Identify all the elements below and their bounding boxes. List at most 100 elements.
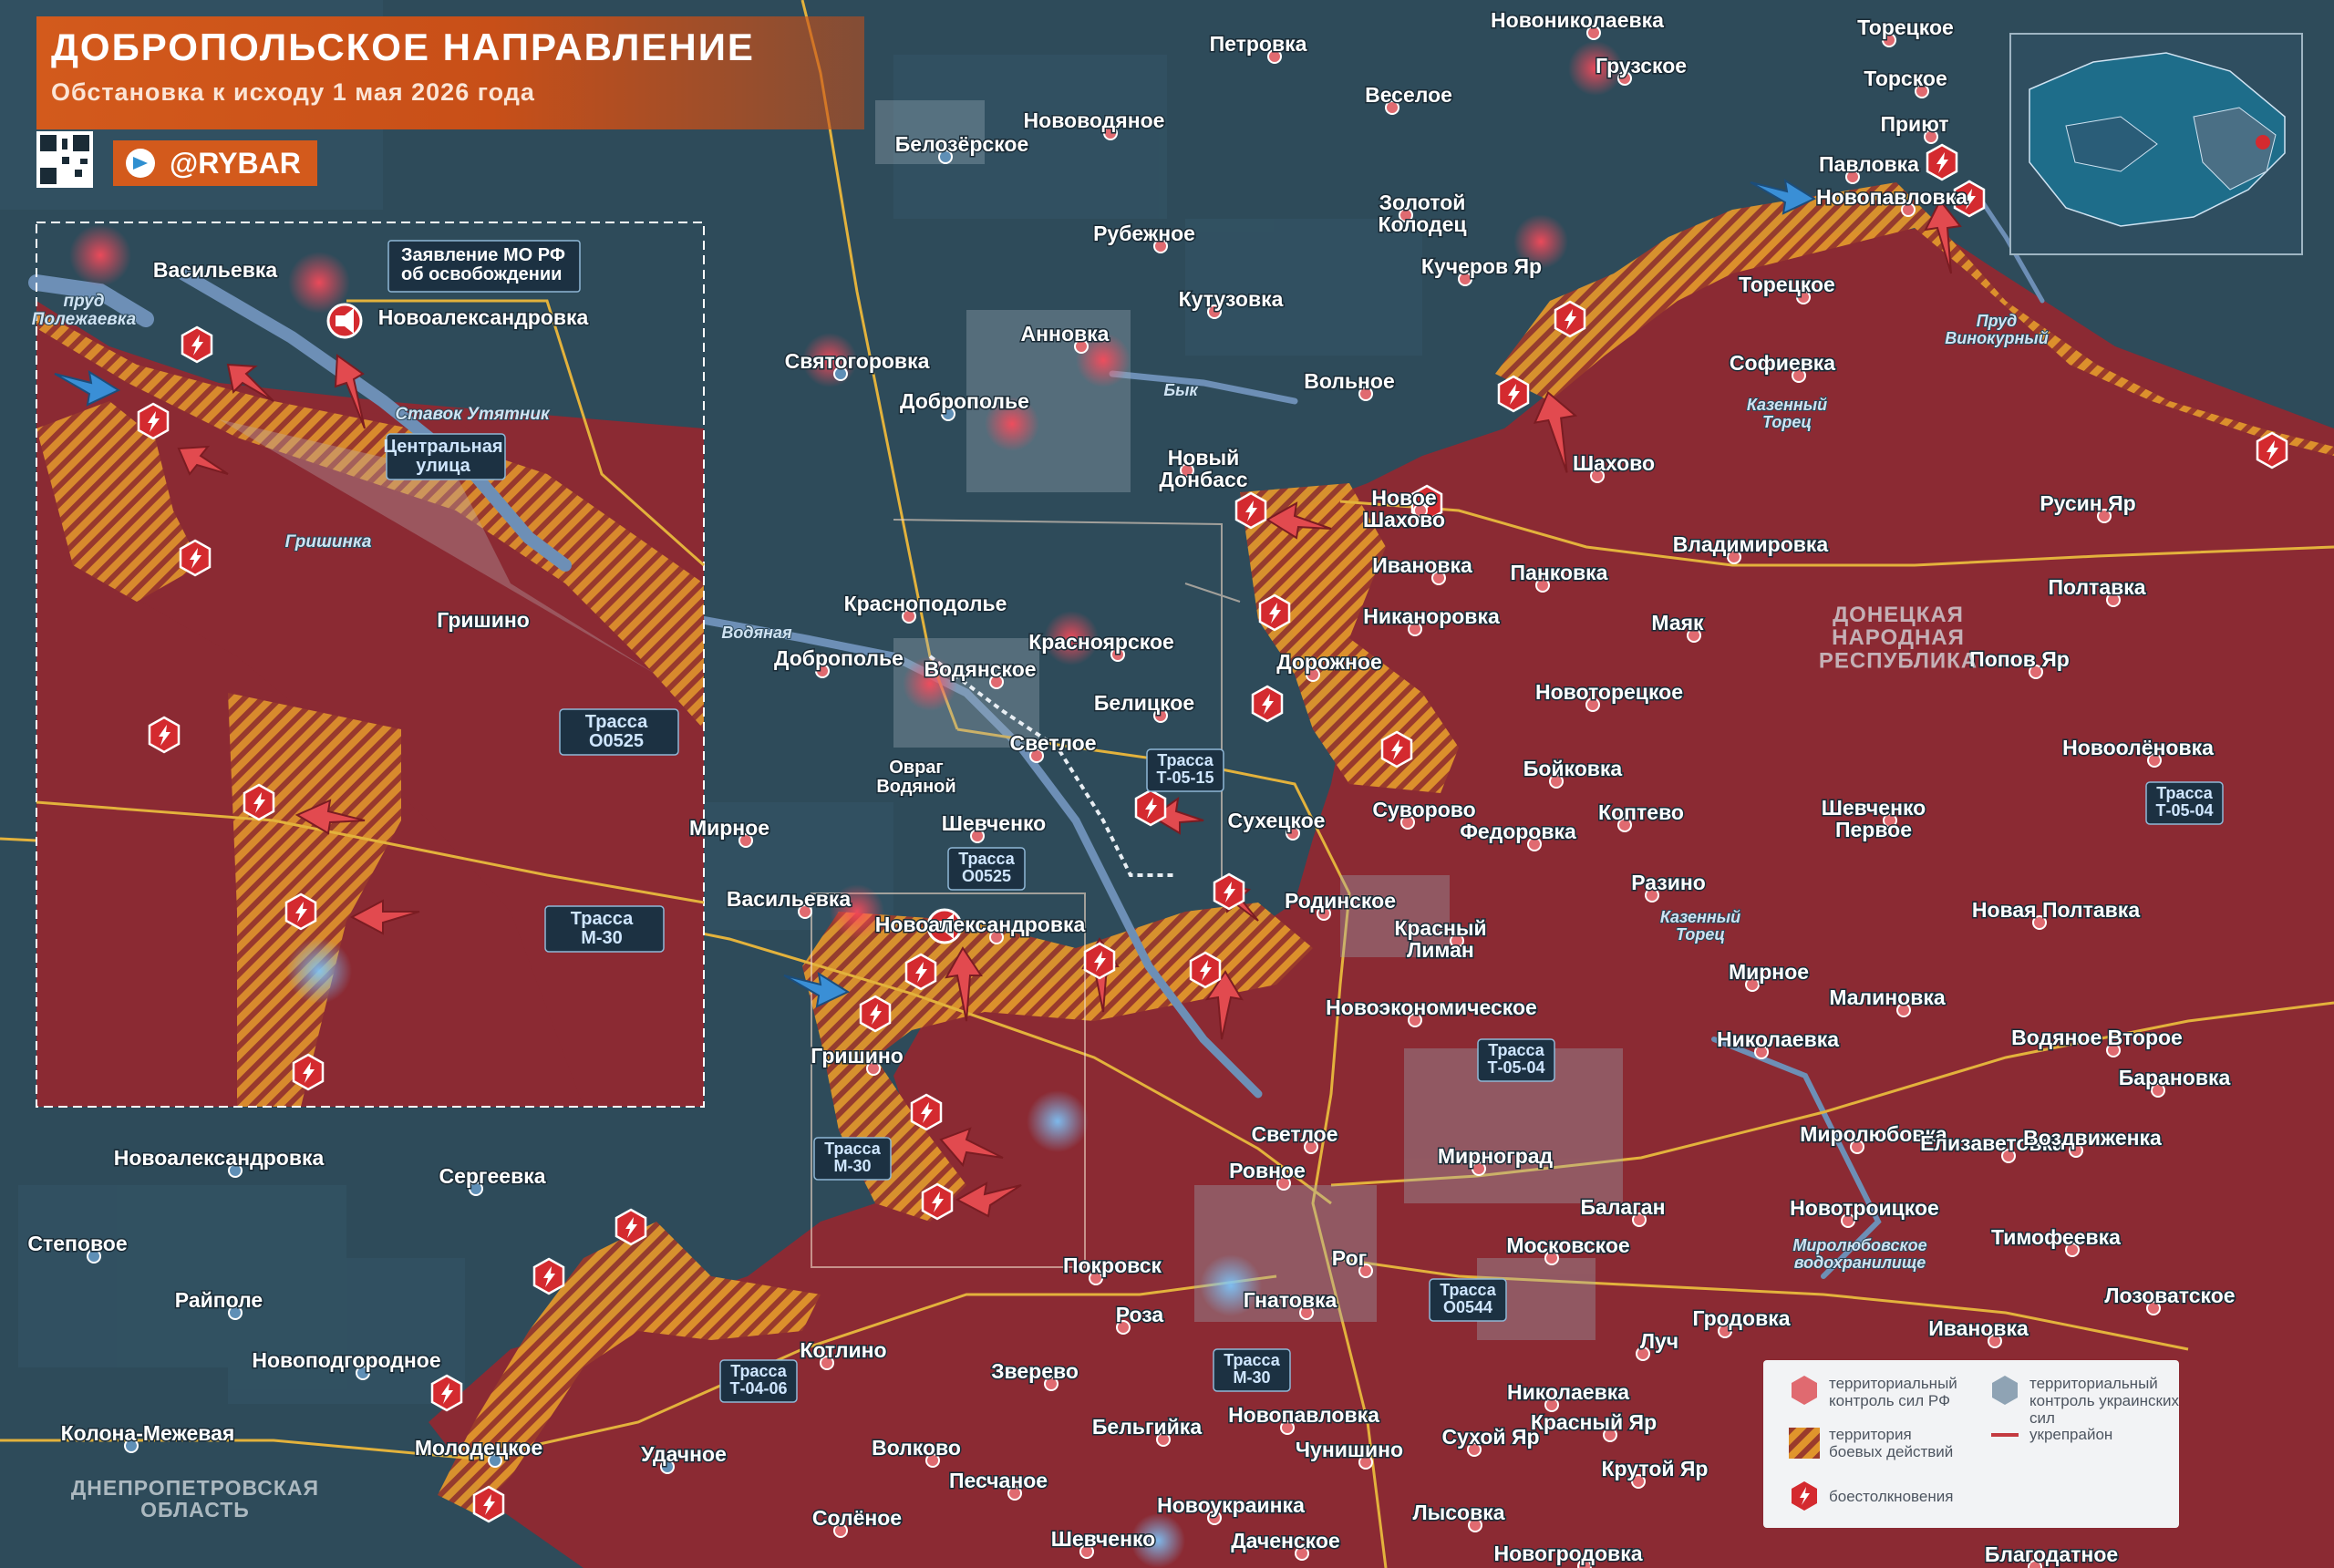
legend: территориальный контроль сил РФ территор… bbox=[1763, 1360, 2179, 1528]
town-label: Водянское bbox=[924, 657, 1036, 681]
town-label: Лысовка bbox=[1412, 1501, 1504, 1524]
clash-marker-icon bbox=[292, 1053, 325, 1091]
inset-label-novoaleksandrovka: Новоалександровка bbox=[378, 305, 589, 329]
town-label: Новоолёновка bbox=[2062, 736, 2214, 759]
region-label-dnr: ДОНЕЦКАЯ НАРОДНАЯ РЕСПУБЛИКА bbox=[1819, 603, 1978, 673]
town-label: Родинское bbox=[1285, 889, 1396, 913]
town-label: Новоэкономическое bbox=[1326, 995, 1537, 1019]
town-label: Новогродовка bbox=[1493, 1542, 1642, 1565]
town-label: Покровск bbox=[1063, 1253, 1162, 1277]
clash-marker-icon bbox=[148, 716, 181, 754]
town-label: Новоторецкое bbox=[1535, 680, 1683, 704]
town-label: Бойковка bbox=[1523, 757, 1623, 780]
town-label: Красный Лиман bbox=[1394, 916, 1486, 962]
clash-marker-icon bbox=[430, 1374, 463, 1412]
legend-ua-swatch bbox=[1989, 1375, 2020, 1406]
town-label: Белицкое bbox=[1094, 691, 1194, 715]
inset-map bbox=[28, 222, 705, 1108]
clash-marker-icon bbox=[904, 953, 937, 991]
town-label: Новоукраинка bbox=[1157, 1493, 1305, 1517]
legend-fortified-label: укрепрайон bbox=[2029, 1426, 2113, 1443]
town-label: Гнатовка bbox=[1244, 1288, 1337, 1312]
map-subtitle: Обстановка к исходу 1 мая 2026 года bbox=[51, 78, 535, 106]
town-label: Шевченко bbox=[1051, 1527, 1155, 1551]
map-canvas: Новониколаевка Торецкое Петровка Грузское То… bbox=[0, 0, 2334, 1568]
clash-marker-icon bbox=[1497, 375, 1530, 413]
town-label: Песчаное bbox=[949, 1469, 1048, 1492]
clash-marker-icon bbox=[243, 783, 275, 821]
town-label: Даченское bbox=[1231, 1529, 1339, 1553]
town-label: Васильевка bbox=[727, 887, 852, 911]
telegram-icon bbox=[126, 149, 155, 178]
town-label: Золотой Колодец bbox=[1378, 191, 1466, 236]
town-label: Святогоровка bbox=[785, 349, 930, 373]
clash-marker-icon bbox=[1234, 491, 1267, 530]
town-label: Приют bbox=[1880, 112, 1948, 136]
town-label: Светлое bbox=[1009, 731, 1096, 755]
town-label: Разино bbox=[1631, 871, 1706, 894]
town-label: Ивановка bbox=[1928, 1316, 2029, 1340]
town-label: Райполе bbox=[175, 1288, 263, 1312]
town-label: Анновка bbox=[1021, 322, 1110, 346]
road-label: Трасса Т-05-04 bbox=[1487, 1041, 1544, 1077]
town-label: Тимофеевка bbox=[1991, 1225, 2121, 1249]
clash-marker-icon bbox=[1926, 143, 1958, 181]
inset-annotation: Заявление МО РФ об освобождении bbox=[401, 245, 565, 284]
town-label: Московское bbox=[1506, 1233, 1629, 1257]
town-label: Владимировка bbox=[1673, 532, 1829, 556]
town-label: Торецкое bbox=[1739, 273, 1835, 296]
town-label: Зверево bbox=[991, 1359, 1079, 1383]
town-label: Новопавловка bbox=[1228, 1403, 1379, 1427]
clash-marker-icon bbox=[1083, 942, 1116, 980]
clash-marker-icon bbox=[614, 1208, 647, 1246]
town-label: Мирное bbox=[1729, 960, 1809, 984]
town-label: Гродовка bbox=[1692, 1306, 1790, 1330]
town-label: Воздвиженка bbox=[2023, 1126, 2162, 1150]
town-label: Николаевка bbox=[1507, 1380, 1629, 1404]
town-label: Луч bbox=[1640, 1329, 1678, 1353]
legend-ru-swatch bbox=[1789, 1375, 1820, 1406]
town-label: Барановка bbox=[2119, 1066, 2231, 1089]
town-label: Павловка bbox=[1819, 152, 1919, 176]
town-label: Софиевка bbox=[1730, 351, 1835, 375]
road-label: Трасса О0525 bbox=[958, 850, 1016, 885]
town-label: Котлино bbox=[800, 1338, 886, 1362]
road-label: Трасса Т-05-04 bbox=[2155, 784, 2213, 820]
town-label: Красноярское bbox=[1028, 630, 1174, 654]
town-label: Никаноровка bbox=[1363, 604, 1500, 628]
water-label: Водяная bbox=[721, 624, 792, 642]
road-label: Трасса Т-05-15 bbox=[1156, 751, 1213, 787]
town-label: Гришино bbox=[811, 1044, 904, 1068]
town-label: Маяк bbox=[1651, 611, 1704, 634]
town-label: Рубежное bbox=[1093, 222, 1195, 245]
clash-marker-icon bbox=[910, 1093, 943, 1131]
town-label: Вольное bbox=[1304, 369, 1395, 393]
clash-marker-icon bbox=[1554, 300, 1586, 338]
clash-marker-icon bbox=[1134, 789, 1167, 827]
qr-code-icon bbox=[36, 131, 93, 188]
town-label: Сухецкое bbox=[1228, 809, 1326, 832]
town-label: Светлое bbox=[1251, 1122, 1337, 1146]
town-label: Новотроицкое bbox=[1790, 1196, 1939, 1220]
town-label: Роза bbox=[1116, 1303, 1164, 1326]
town-label: Панковка bbox=[1511, 561, 1608, 584]
town-label: Новоалександровка bbox=[875, 913, 1086, 936]
town-label: Рог bbox=[1332, 1246, 1367, 1270]
town-label: Ивановка bbox=[1372, 553, 1472, 577]
town-label: Новоподгородное bbox=[252, 1348, 440, 1372]
legend-combat-label: территория боевых действий bbox=[1829, 1426, 1954, 1460]
town-label: Новый Донбасс bbox=[1159, 446, 1247, 491]
town-label: Петровка bbox=[1210, 32, 1307, 56]
town-label: Молодецкое bbox=[415, 1436, 542, 1460]
legend-combat-swatch bbox=[1789, 1428, 1820, 1459]
inset-label-stavok: Ставок Утятник bbox=[395, 405, 551, 424]
town-label: Торское bbox=[1864, 67, 1947, 90]
clash-marker-icon bbox=[1189, 951, 1222, 989]
town-label: Полтавка bbox=[2048, 575, 2145, 599]
town-label: Русин Яр bbox=[2040, 491, 2135, 515]
town-label: Лозоватское bbox=[2104, 1284, 2235, 1307]
town-label: Чунишино bbox=[1296, 1438, 1403, 1461]
inset-label-road_o0525: Трасса О0525 bbox=[585, 712, 648, 751]
town-label: Попов Яр bbox=[1969, 647, 2070, 671]
clash-marker-icon bbox=[1380, 730, 1413, 769]
